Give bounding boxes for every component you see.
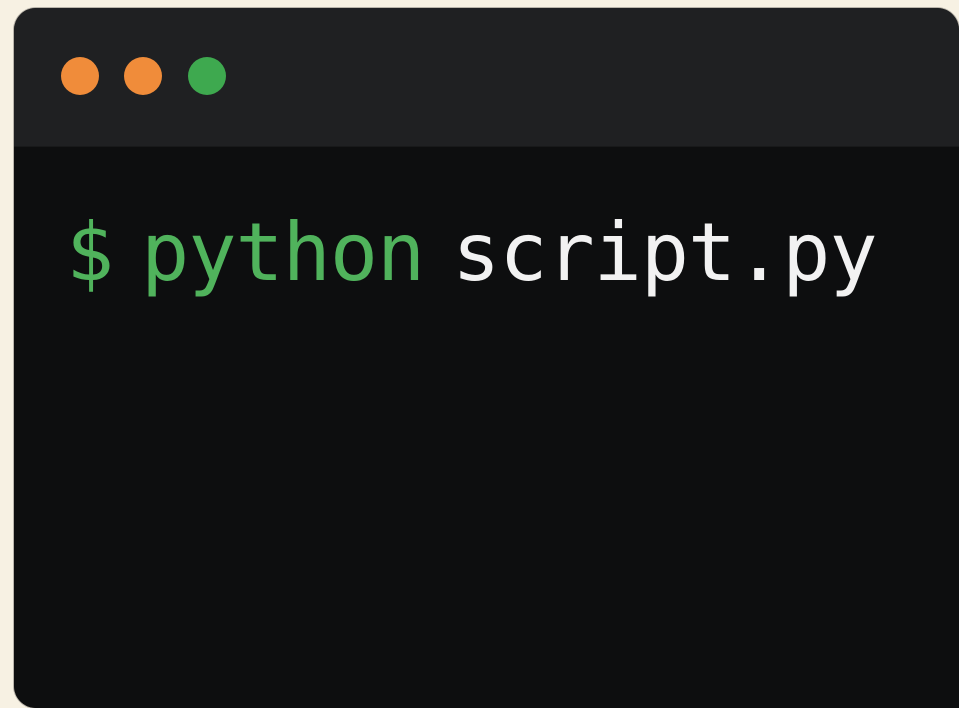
page-background: $ python script.py xyxy=(0,0,959,708)
command-name: python xyxy=(141,206,425,299)
window-control-dot-1[interactable] xyxy=(61,57,99,95)
window-control-dot-3[interactable] xyxy=(188,57,226,95)
terminal-titlebar xyxy=(14,8,959,147)
command-line: $ python script.py xyxy=(66,213,878,293)
window-control-dot-2[interactable] xyxy=(124,57,162,95)
command-argument: script.py xyxy=(452,206,877,299)
prompt-symbol: $ xyxy=(66,206,114,299)
terminal-window: $ python script.py xyxy=(14,8,959,708)
terminal-content[interactable]: $ python script.py xyxy=(14,147,959,708)
